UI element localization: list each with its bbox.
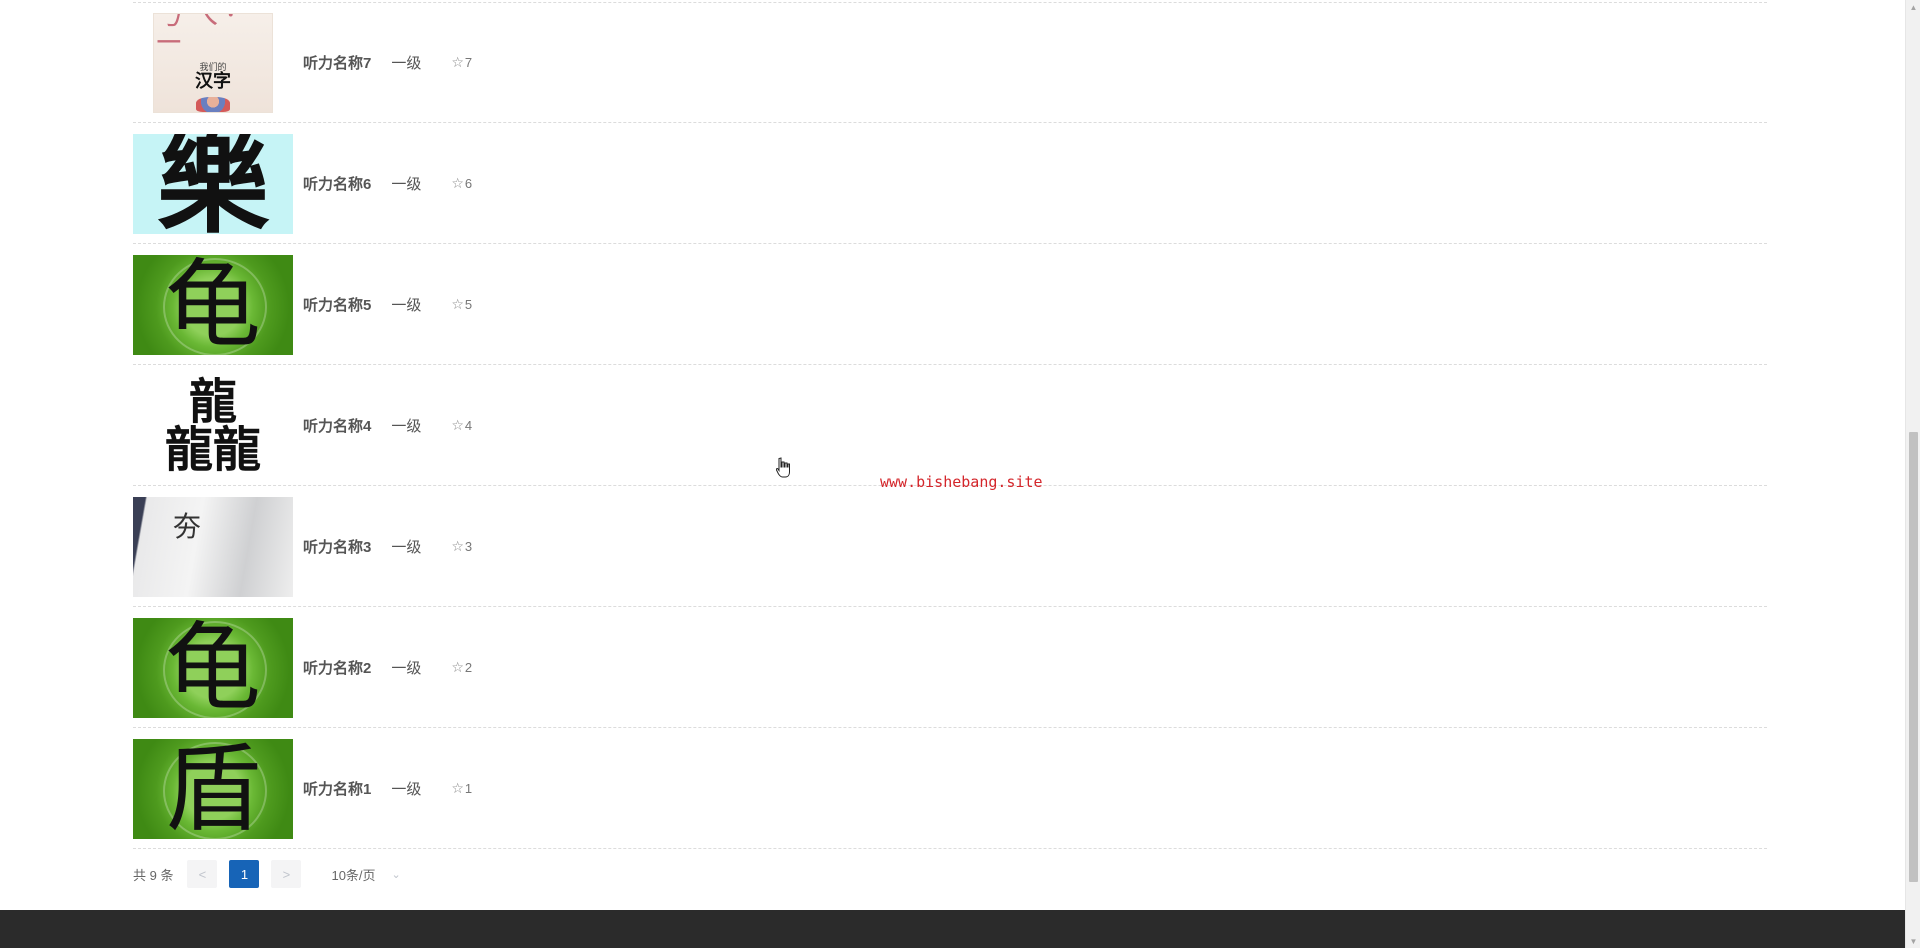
favorite-count-value: 2 [464, 660, 473, 675]
listening-level: 一级 [391, 55, 422, 72]
favorite-count[interactable]: ☆ 1 [451, 780, 472, 797]
book-cover-figure [196, 96, 230, 112]
chevron-down-icon: ⌄ [391, 868, 401, 881]
listening-name[interactable]: 听力名称5 [303, 294, 371, 315]
page-number-button[interactable]: 1 [229, 860, 260, 888]
listening-name[interactable]: 听力名称3 [303, 536, 371, 557]
listening-name[interactable]: 听力名称4 [303, 415, 371, 436]
list-item[interactable]: 龟 听力名称2 一级 ☆ 2 [133, 608, 1767, 728]
page-footer [0, 910, 1905, 948]
favorite-count[interactable]: ☆ 7 [451, 54, 472, 71]
favorite-count[interactable]: ☆ 2 [451, 659, 472, 676]
listening-thumbnail[interactable]: ㄋㄟ·ㄧ 我们的 汉字 [153, 12, 273, 113]
listening-name[interactable]: 听力名称1 [303, 778, 371, 799]
list-item[interactable]: 夯 听力名称3 一级 ☆ 3 [133, 487, 1767, 607]
listening-thumbnail[interactable]: 夯 [133, 496, 293, 597]
scrollbar-thumb[interactable] [1909, 432, 1918, 882]
listening-level: 一级 [391, 781, 422, 798]
list-item[interactable]: 龍 龍龍 听力名称4 一级 ☆ 4 [133, 366, 1767, 486]
favorite-count-value: 7 [464, 55, 473, 70]
list-item[interactable]: 盾 听力名称1 一级 ☆ 1 [133, 729, 1767, 849]
favorite-count-value: 4 [464, 418, 473, 433]
pagination-total: 共 9 条 [133, 867, 174, 883]
site-watermark: www.bishebang.site [880, 473, 1043, 491]
listening-level: 一级 [391, 418, 422, 435]
listening-name[interactable]: 听力名称6 [303, 173, 371, 194]
star-icon: ☆ [451, 296, 464, 312]
listening-level: 一级 [391, 539, 422, 556]
vertical-scrollbar[interactable]: ▲ ▼ [1905, 0, 1920, 948]
listening-list-page: ㄋㄟ·ㄧ 我们的 汉字 听力名称7 一级 ☆ 7 樂 听力名称6 一级 ☆ 6 [0, 0, 1920, 948]
star-icon: ☆ [451, 659, 464, 675]
favorite-count[interactable]: ☆ 3 [451, 538, 472, 555]
favorite-count-value: 1 [464, 781, 473, 796]
listening-level: 一级 [391, 660, 422, 677]
star-icon: ☆ [451, 780, 464, 796]
listening-thumbnail[interactable]: 龟 [133, 254, 293, 355]
listening-thumbnail[interactable]: 龍 龍龍 [133, 375, 293, 476]
star-icon: ☆ [451, 175, 464, 191]
favorite-count[interactable]: ☆ 5 [451, 296, 472, 313]
star-icon: ☆ [451, 54, 464, 70]
pagination: 共 9 条 < 1 > 10条/页 ⌄ [133, 860, 401, 888]
listening-thumbnail[interactable]: 樂 [133, 133, 293, 234]
list-item[interactable]: 樂 听力名称6 一级 ☆ 6 [133, 124, 1767, 244]
prev-page-button[interactable]: < [187, 860, 218, 888]
listening-thumbnail[interactable]: 盾 [133, 738, 293, 839]
star-icon: ☆ [451, 417, 464, 433]
favorite-count-value: 6 [464, 176, 473, 191]
listening-list: ㄋㄟ·ㄧ 我们的 汉字 听力名称7 一级 ☆ 7 樂 听力名称6 一级 ☆ 6 [133, 0, 1767, 850]
list-item[interactable]: 龟 听力名称5 一级 ☆ 5 [133, 245, 1767, 365]
scroll-up-icon[interactable]: ▲ [1906, 0, 1920, 14]
listening-level: 一级 [391, 176, 422, 193]
listening-thumbnail[interactable]: 龟 [133, 617, 293, 718]
listening-name[interactable]: 听力名称7 [303, 52, 371, 73]
scroll-down-icon[interactable]: ▼ [1906, 934, 1920, 948]
listening-level: 一级 [391, 297, 422, 314]
favorite-count-value: 5 [464, 297, 473, 312]
next-page-button[interactable]: > [271, 860, 302, 888]
favorite-count-value: 3 [464, 539, 473, 554]
page-size-value: 10条/页 [331, 867, 376, 883]
star-icon: ☆ [451, 538, 464, 554]
list-item[interactable]: ㄋㄟ·ㄧ 我们的 汉字 听力名称7 一级 ☆ 7 [133, 3, 1767, 123]
favorite-count[interactable]: ☆ 6 [451, 175, 472, 192]
favorite-count[interactable]: ☆ 4 [451, 417, 472, 434]
page-size-select[interactable]: 10条/页 ⌄ [331, 865, 400, 884]
listening-name[interactable]: 听力名称2 [303, 657, 371, 678]
hand-cursor-icon [776, 457, 790, 478]
